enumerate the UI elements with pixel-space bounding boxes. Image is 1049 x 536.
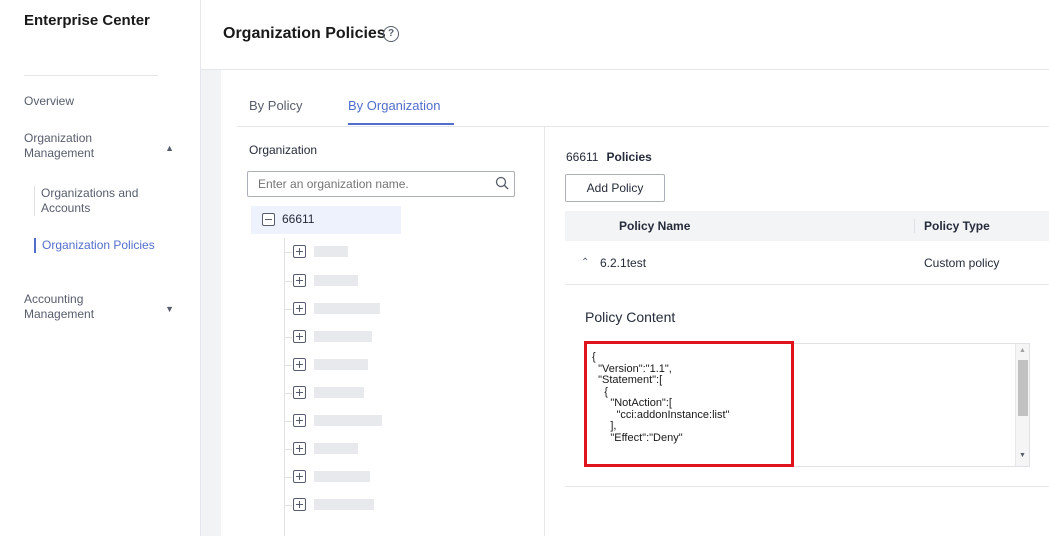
policies-label: Policies bbox=[606, 150, 652, 164]
sidebar-group-label: Accounting Management bbox=[24, 292, 95, 321]
expand-icon[interactable] bbox=[293, 442, 306, 455]
redacted-name bbox=[314, 246, 348, 257]
brand-title: Enterprise Center bbox=[24, 12, 150, 29]
tree-connector bbox=[284, 393, 292, 394]
tree-connector bbox=[284, 252, 292, 253]
table-row[interactable]: ⌃ 6.2.1test Custom policy bbox=[565, 241, 1049, 285]
tree-node[interactable] bbox=[284, 442, 484, 458]
tab-bar: By Policy By Organization bbox=[237, 70, 1049, 127]
expand-icon[interactable] bbox=[293, 302, 306, 315]
tree-node[interactable] bbox=[284, 330, 484, 346]
expand-icon[interactable] bbox=[293, 470, 306, 483]
app: Enterprise Center Overview Organization … bbox=[0, 0, 1049, 536]
tree-connector bbox=[284, 449, 292, 450]
page-header: Organization Policies ? bbox=[201, 0, 1049, 70]
tab-by-organization[interactable]: By Organization bbox=[348, 98, 441, 113]
column-header-policy-name: Policy Name bbox=[619, 219, 691, 233]
brand-divider bbox=[24, 75, 158, 76]
tree-connector bbox=[284, 309, 292, 310]
tree-node[interactable] bbox=[284, 386, 484, 402]
redacted-name bbox=[314, 499, 374, 510]
chevron-down-icon: ▼ bbox=[165, 304, 174, 314]
policy-heading: 66611 Policies bbox=[566, 150, 652, 164]
scroll-up-icon[interactable]: ▲ bbox=[1019, 347, 1026, 354]
tree-connector bbox=[284, 505, 292, 506]
redacted-name bbox=[314, 471, 370, 482]
scrollbar[interactable]: ▲ ▼ bbox=[1015, 344, 1029, 466]
expand-icon[interactable] bbox=[293, 386, 306, 399]
tree-label: Organization bbox=[249, 143, 318, 157]
sidebar: Enterprise Center Overview Organization … bbox=[0, 0, 201, 536]
column-divider bbox=[914, 219, 915, 233]
chevron-up-icon: ▲ bbox=[165, 143, 174, 153]
sidebar-group-accounting-management[interactable]: Accounting Management ▼ bbox=[24, 292, 184, 322]
redacted-name bbox=[314, 303, 380, 314]
tree-root-label[interactable]: 66611 bbox=[282, 212, 314, 226]
expand-icon[interactable] bbox=[293, 330, 306, 343]
highlight-box bbox=[584, 341, 794, 467]
tree-connector bbox=[284, 477, 292, 478]
scroll-thumb[interactable] bbox=[1018, 360, 1028, 416]
expand-icon[interactable] bbox=[293, 245, 306, 258]
column-header-policy-type: Policy Type bbox=[924, 219, 990, 233]
expand-icon[interactable] bbox=[293, 358, 306, 371]
page-title: Organization Policies bbox=[223, 25, 386, 42]
policy-content-title: Policy Content bbox=[585, 309, 676, 325]
policy-name: 6.2.1test bbox=[600, 256, 647, 270]
tree-connector bbox=[284, 421, 292, 422]
tree-node[interactable] bbox=[284, 470, 484, 486]
redacted-name bbox=[314, 359, 368, 370]
sidebar-item-overview[interactable]: Overview bbox=[24, 94, 74, 109]
tree-connector bbox=[284, 281, 292, 282]
policy-type: Custom policy bbox=[924, 256, 1000, 270]
search-icon[interactable] bbox=[495, 176, 509, 190]
sidebar-group-organization-management[interactable]: Organization Management ▲ bbox=[24, 131, 184, 161]
collapse-icon[interactable] bbox=[262, 213, 275, 226]
tab-by-policy[interactable]: By Policy bbox=[249, 98, 302, 113]
tree-node[interactable] bbox=[284, 302, 484, 318]
scroll-down-icon[interactable]: ▼ bbox=[1019, 452, 1026, 459]
organization-search-input[interactable] bbox=[247, 171, 515, 197]
redacted-name bbox=[314, 387, 364, 398]
add-policy-button[interactable]: Add Policy bbox=[565, 174, 665, 202]
sidebar-item-organization-policies[interactable]: Organization Policies bbox=[34, 238, 174, 253]
tree-connector bbox=[284, 365, 292, 366]
policy-panel: 66611 Policies Add Policy Policy Name Pol… bbox=[546, 127, 1049, 536]
active-tab-indicator bbox=[348, 123, 454, 125]
help-icon[interactable]: ? bbox=[383, 26, 399, 42]
redacted-name bbox=[314, 275, 358, 286]
expand-icon[interactable] bbox=[293, 414, 306, 427]
redacted-name bbox=[314, 443, 358, 454]
tree-node[interactable] bbox=[284, 245, 484, 261]
tree-node[interactable] bbox=[284, 274, 484, 290]
chevron-up-icon[interactable]: ⌃ bbox=[581, 257, 589, 268]
expand-icon[interactable] bbox=[293, 274, 306, 287]
redacted-name bbox=[314, 415, 382, 426]
tree-node[interactable] bbox=[284, 498, 484, 514]
organization-id: 66611 bbox=[566, 150, 599, 164]
sidebar-group-label: Organization Management bbox=[24, 131, 95, 160]
expand-icon[interactable] bbox=[293, 498, 306, 511]
tree-node[interactable] bbox=[284, 358, 484, 374]
organization-tree-panel: Organization 66611 bbox=[237, 127, 545, 536]
redacted-name bbox=[314, 331, 372, 342]
sidebar-item-organizations-and-accounts[interactable]: Organizations and Accounts bbox=[34, 186, 174, 216]
tree-node[interactable] bbox=[284, 414, 484, 430]
table-header: Policy Name Policy Type bbox=[565, 211, 1049, 241]
tree-connector bbox=[284, 337, 292, 338]
